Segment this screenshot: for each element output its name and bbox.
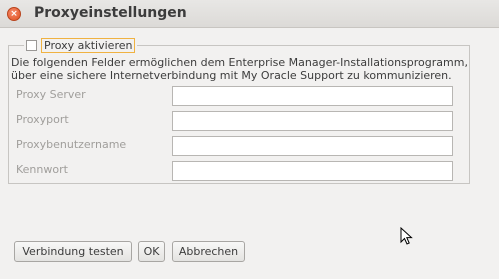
proxy-port-label: Proxyport <box>16 113 69 126</box>
proxy-user-input[interactable] <box>172 136 453 156</box>
test-connection-button[interactable]: Verbindung testen <box>14 241 132 262</box>
proxy-server-input[interactable] <box>172 86 453 106</box>
password-input[interactable] <box>172 161 453 181</box>
description-line-1: Die folgenden Felder ermöglichen dem Ent… <box>11 56 468 69</box>
proxy-user-label: Proxybenutzername <box>16 138 127 151</box>
proxy-port-input[interactable] <box>172 111 453 131</box>
cancel-button[interactable]: Abbrechen <box>172 241 245 262</box>
password-label: Kennwort <box>16 163 68 176</box>
close-icon[interactable]: × <box>7 7 21 21</box>
ok-button[interactable]: OK <box>138 241 165 262</box>
enable-proxy-toggle[interactable]: Proxy aktivieren <box>24 38 138 53</box>
proxy-description: Die folgenden Felder ermöglichen dem Ent… <box>11 56 471 82</box>
title-bar: × Proxyeinstellungen <box>0 0 499 28</box>
description-line-2: über eine sichere Internetverbindung mit… <box>11 69 452 82</box>
enable-proxy-checkbox[interactable] <box>26 40 37 51</box>
proxy-server-label: Proxy Server <box>16 88 86 101</box>
window-title: Proxyeinstellungen <box>34 5 187 21</box>
enable-proxy-label[interactable]: Proxy aktivieren <box>41 38 136 53</box>
mouse-pointer-icon <box>400 227 413 245</box>
